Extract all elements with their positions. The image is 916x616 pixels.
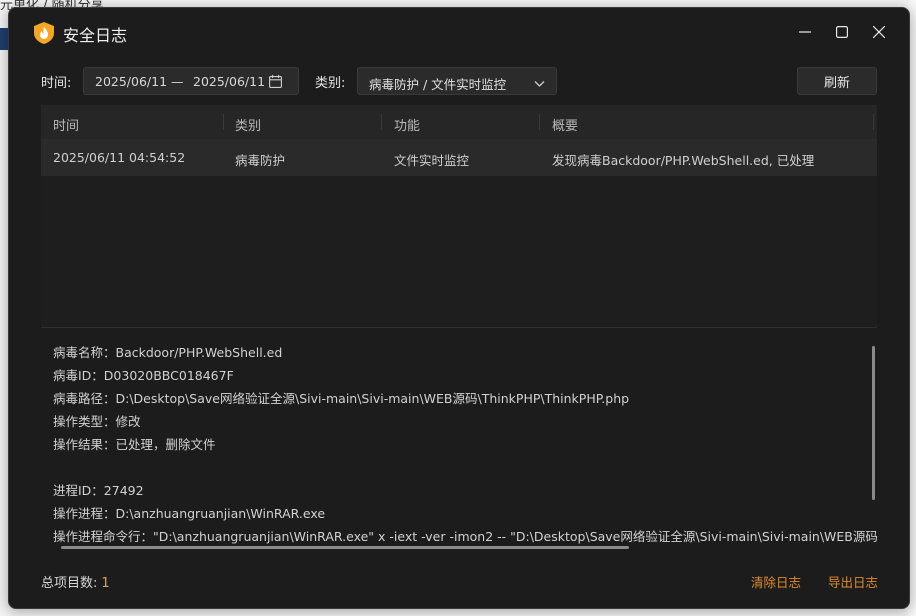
clear-log-link[interactable]: 清除日志 xyxy=(751,572,801,591)
column-header-summary[interactable]: 概要 xyxy=(552,115,578,134)
table-header: 时间 类别 功能 概要 xyxy=(41,105,877,139)
cell-category: 病毒防护 xyxy=(235,153,286,168)
column-divider[interactable] xyxy=(539,114,540,130)
category-filter-label: 类别: xyxy=(315,75,346,91)
close-button[interactable] xyxy=(866,20,892,44)
export-log-link[interactable]: 导出日志 xyxy=(828,572,878,591)
column-header-category[interactable]: 类别 xyxy=(235,115,261,134)
column-divider[interactable] xyxy=(381,114,382,130)
calendar-icon[interactable] xyxy=(269,75,282,91)
close-icon xyxy=(873,26,885,38)
maximize-button[interactable] xyxy=(829,20,855,44)
cell-summary: 发现病毒Backdoor/PHP.WebShell.ed, 已处理 xyxy=(552,153,815,168)
detail-virus-path: 病毒路径：D:\Desktop\Save网络验证全源\Sivi-main\Siv… xyxy=(53,391,630,406)
refresh-button[interactable]: 刷新 xyxy=(797,67,877,95)
detail-operation-type: 操作类型：修改 xyxy=(53,414,141,429)
category-select-value: 病毒防护 / 文件实时监控 xyxy=(369,77,507,92)
window-title: 安全日志 xyxy=(63,26,128,45)
table-row[interactable]: 2025/06/11 04:54:52 病毒防护 文件实时监控 发现病毒Back… xyxy=(41,139,877,176)
date-start: 2025/06/11 xyxy=(95,74,168,89)
detail-operation-result: 操作结果：已处理，删除文件 xyxy=(53,437,216,452)
maximize-icon xyxy=(836,26,848,38)
detail-process-id: 进程ID：27492 xyxy=(53,483,144,498)
log-table: 时间 类别 功能 概要 2025/06/11 04:54:52 病毒防护 文件实… xyxy=(41,105,877,327)
minimize-icon xyxy=(799,26,811,38)
detail-panel[interactable]: 病毒名称：Backdoor/PHP.WebShell.ed 病毒ID：D0302… xyxy=(41,328,877,554)
total-count: 总项目数: 1 xyxy=(41,572,110,591)
detail-virus-id: 病毒ID：D03020BBC018467F xyxy=(53,368,234,383)
chevron-down-icon xyxy=(534,76,545,91)
total-count-value: 1 xyxy=(101,576,110,591)
column-divider[interactable] xyxy=(873,114,874,130)
title-bar[interactable]: 安全日志 xyxy=(9,8,909,58)
detail-virus-name: 病毒名称：Backdoor/PHP.WebShell.ed xyxy=(53,345,283,360)
background-app-fragment xyxy=(0,28,8,50)
detail-command-line: 操作进程命令行："D:\anzhuangruanjian\WinRAR.exe"… xyxy=(53,529,877,544)
column-header-time[interactable]: 时间 xyxy=(53,115,79,134)
column-divider[interactable] xyxy=(223,114,224,130)
category-select[interactable]: 病毒防护 / 文件实时监控 xyxy=(357,67,557,95)
detail-process: 操作进程：D:\anzhuangruanjian\WinRAR.exe xyxy=(53,506,326,521)
vertical-scrollbar[interactable] xyxy=(872,346,875,500)
flame-shield-icon xyxy=(34,22,54,44)
date-separator: — xyxy=(171,74,184,89)
time-filter-label: 时间: xyxy=(41,75,72,91)
cell-function: 文件实时监控 xyxy=(394,153,470,168)
cell-time: 2025/06/11 04:54:52 xyxy=(53,150,186,165)
date-end: 2025/06/11 xyxy=(193,74,266,89)
horizontal-scrollbar[interactable] xyxy=(61,546,629,549)
date-range-picker[interactable]: 2025/06/11 — 2025/06/11 xyxy=(83,67,299,95)
column-header-function[interactable]: 功能 xyxy=(394,115,420,134)
minimize-button[interactable] xyxy=(792,20,818,44)
security-log-window: 安全日志 时间: 2025/06/11 — 2025/06/11 类别: 病毒防… xyxy=(8,7,910,609)
total-count-label: 总项目数: xyxy=(41,576,98,591)
